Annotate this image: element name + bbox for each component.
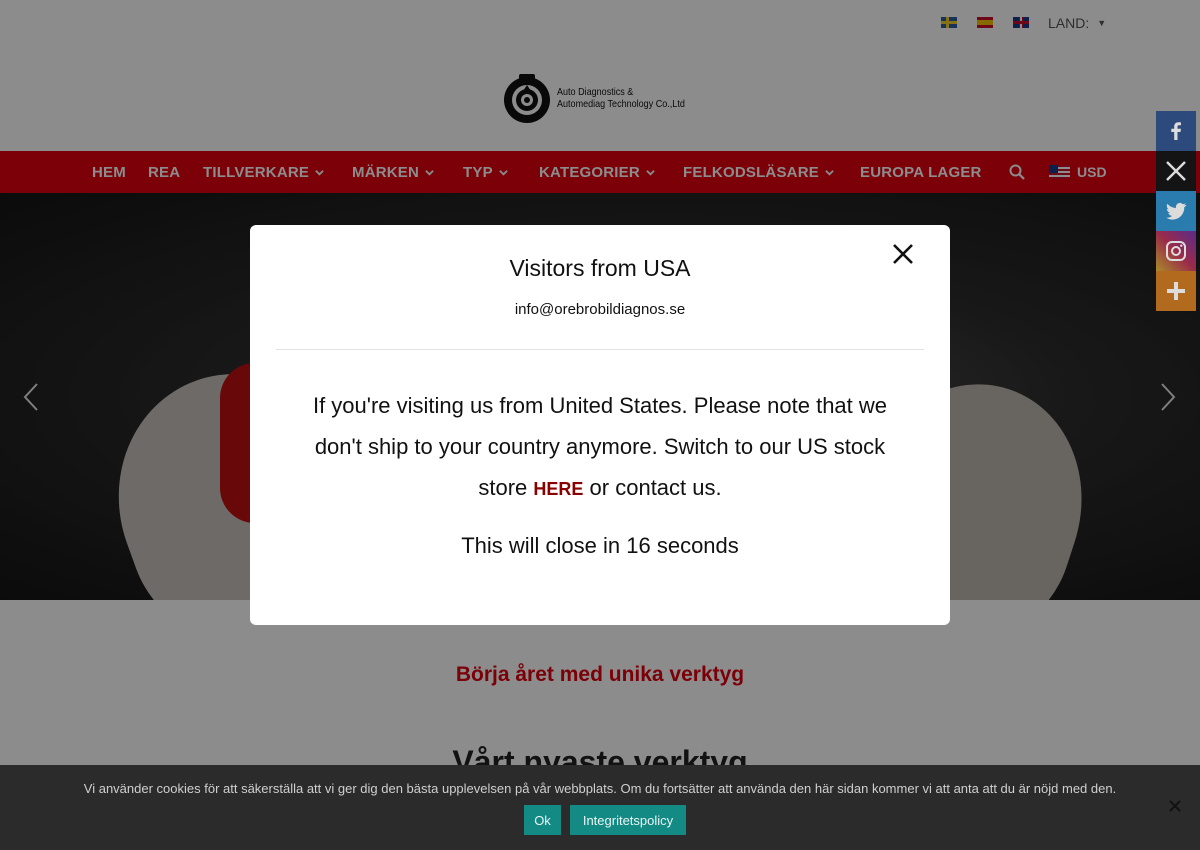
contact-email: info@orebrobildiagnos.se: [514, 301, 686, 318]
instagram-share-button[interactable]: [1156, 231, 1196, 271]
us-store-link[interactable]: HERE: [533, 479, 583, 499]
geo-notice-modal: Visitors from USA info@orebrobildiagnos.…: [250, 225, 950, 625]
twitter-share-button[interactable]: [1156, 191, 1196, 231]
twitter-icon: [1166, 202, 1187, 220]
more-share-button[interactable]: [1156, 271, 1196, 311]
privacy-policy-button[interactable]: Integritetspolicy: [570, 805, 686, 835]
modal-title: Visitors from USA: [509, 255, 691, 281]
instagram-icon: [1166, 241, 1186, 261]
facebook-icon: [1171, 122, 1181, 140]
close-icon[interactable]: [1168, 799, 1182, 813]
cookie-accept-button[interactable]: Ok: [524, 805, 561, 835]
modal-countdown: This will close in 16 seconds: [461, 533, 739, 558]
modal-divider: [276, 349, 924, 350]
facebook-share-button[interactable]: [1156, 111, 1196, 151]
plus-icon: [1167, 282, 1185, 300]
cookie-banner: Vi använder cookies för att säkerställa …: [0, 765, 1200, 850]
modal-message: If you're visiting us from United States…: [290, 385, 910, 510]
cookie-message: Vi använder cookies för att säkerställa …: [83, 781, 1117, 796]
modal-message-text-end: or contact us.: [589, 475, 722, 500]
social-share-bar: [1156, 111, 1196, 311]
x-share-button[interactable]: [1156, 151, 1196, 191]
x-icon: [1166, 161, 1186, 181]
